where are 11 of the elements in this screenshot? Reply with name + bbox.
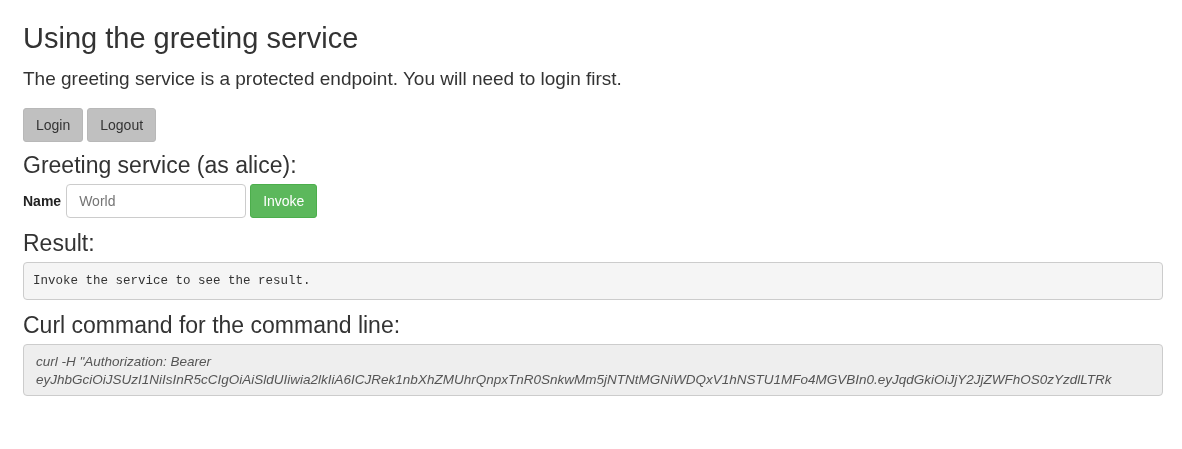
field-label: Name [23,193,62,209]
section-heading: Result: [23,229,96,258]
login-button[interactable]: Login [23,108,84,142]
page-title: Using the greeting service [23,21,360,56]
logout-button[interactable]: Logout [87,108,157,142]
section-heading: Greeting service (as alice): [23,151,298,180]
intro-text: The greeting service is a protected endpoint. You will need to login first. [23,67,623,91]
result-output: Invoke the service to see the result. [23,262,1163,300]
name-input[interactable]: World [66,184,247,218]
curl-command-field[interactable]: curl -H "Authorization: Bearer eyJhbGciOiJSUzI1NiIsInR5cCIgOiAiSldUIiwia2lkIiA6ICJRek1nbXhZMUhrQnpxTnR0SnkwMm5jNTNtMGNiWDQxV1hNSTU1MFo4MGVBIn0.eyJqdGkiOiJjY2JjZWFhOS0zYzdlLTRk [23,344,1163,396]
section-heading: Curl command for the command line: [23,311,402,340]
